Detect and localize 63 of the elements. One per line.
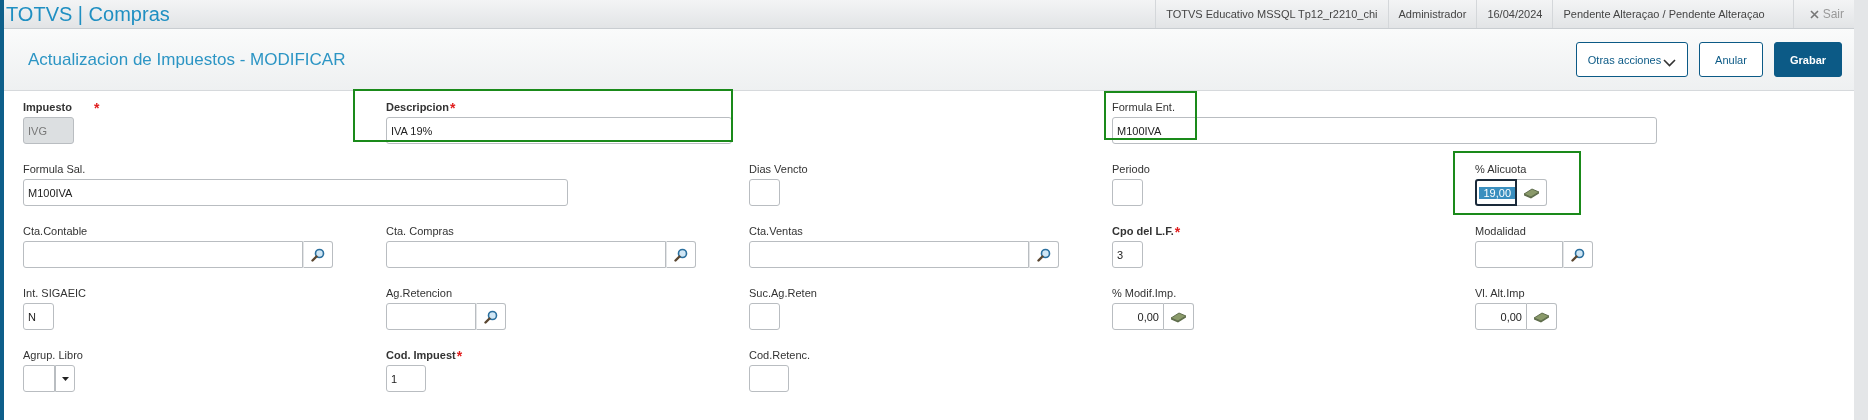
close-icon — [1809, 9, 1819, 19]
input-field[interactable]: M100IVA — [23, 179, 568, 206]
field-label: Cod.Retenc. — [749, 349, 811, 362]
input-field[interactable]: 0,00 — [1475, 303, 1527, 330]
required-mark: * — [93, 99, 100, 116]
input-field[interactable] — [749, 241, 1029, 268]
field-label: Ag.Retencion — [386, 287, 453, 300]
input-field[interactable] — [749, 365, 789, 392]
chevron-icon — [1663, 58, 1677, 67]
input-field[interactable]: IVA 19% — [386, 117, 732, 144]
input-field[interactable] — [749, 179, 780, 206]
field-label: Cta.Contable — [23, 225, 88, 238]
field-label: % Alicuota — [1475, 163, 1527, 176]
search-icon[interactable] — [311, 247, 325, 262]
input-field[interactable] — [386, 303, 476, 330]
input-field[interactable]: 0,00 — [1112, 303, 1164, 330]
field-label: Agrup. Libro — [23, 349, 83, 362]
money-icon[interactable] — [1523, 186, 1540, 199]
required-mark: * — [456, 347, 463, 364]
status-item: 16/04/2024 — [1476, 0, 1553, 28]
more-actions-button[interactable]: Otras acciones — [1576, 42, 1688, 77]
input-field[interactable]: 1 — [386, 365, 426, 392]
page-title: Actualizacion de Impuestos - MODIFICAR — [28, 49, 346, 70]
input-field[interactable]: M100IVA — [1112, 117, 1657, 144]
field-label: % Modif.Imp. — [1112, 287, 1177, 300]
input-field[interactable] — [386, 241, 666, 268]
status-item: TOTVS Educativo MSSQL Tp12_r2210_chi — [1155, 0, 1388, 28]
search-icon[interactable] — [1037, 247, 1051, 262]
field-label: Modalidad — [1475, 225, 1526, 238]
required-mark: * — [1174, 223, 1181, 240]
input-field[interactable] — [1475, 241, 1563, 268]
required-mark: * — [449, 99, 456, 116]
input-field[interactable]: 3 — [1112, 241, 1143, 268]
search-icon[interactable] — [484, 309, 498, 324]
field-label: Impuesto — [23, 101, 72, 114]
caret-icon — [61, 376, 69, 381]
field-label: Formula Ent. — [1112, 101, 1175, 114]
cancel-button[interactable]: Anular — [1699, 42, 1763, 77]
status-item: Pendente Alteraçao / Pendente Alteraçao — [1552, 0, 1775, 28]
search-icon[interactable] — [674, 247, 688, 262]
input-field[interactable]: N — [23, 303, 54, 330]
input-field[interactable] — [1112, 179, 1143, 206]
input-field[interactable]: 19,00 — [1475, 179, 1517, 206]
status-item: Administrador — [1387, 0, 1477, 28]
dropdown-field[interactable] — [23, 365, 55, 392]
field-label: Int. SIGAEIC — [23, 287, 86, 300]
search-icon[interactable] — [1571, 247, 1585, 262]
field-label: Cod. Impuest — [386, 349, 456, 362]
app-title: TOTVS | Compras — [6, 2, 170, 26]
money-icon[interactable] — [1170, 310, 1187, 323]
field-label: Cta.Ventas — [749, 225, 803, 238]
input-field[interactable] — [23, 241, 303, 268]
input-field[interactable] — [749, 303, 780, 330]
money-icon[interactable] — [1533, 310, 1550, 323]
field-label: Vl. Alt.Imp — [1475, 287, 1525, 300]
field-label: Suc.Ag.Reten — [749, 287, 817, 300]
field-label: Formula Sal. — [23, 163, 86, 176]
field-label: Cta. Compras — [386, 225, 454, 238]
save-button[interactable]: Grabar — [1774, 42, 1842, 77]
field-label: Periodo — [1112, 163, 1150, 176]
field-label: Descripcion — [386, 101, 449, 114]
field-label: Cpo del L.F. — [1112, 225, 1174, 238]
field-label: Dias Vencto — [749, 163, 808, 176]
